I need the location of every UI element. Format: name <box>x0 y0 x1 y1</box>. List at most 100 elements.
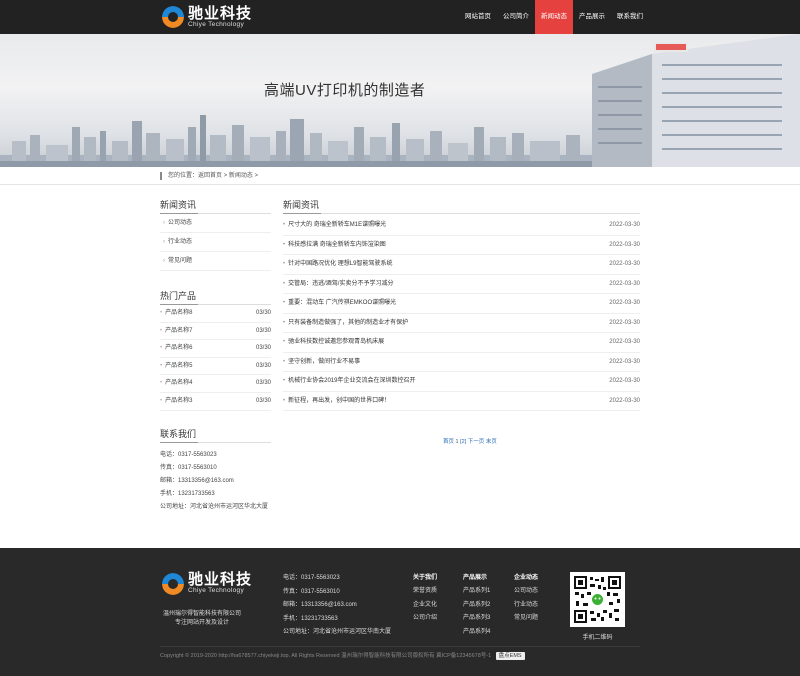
contact-mobile: 手机：13231733563 <box>160 490 215 497</box>
footer-link[interactable]: 行业动态 <box>514 599 538 613</box>
bullet-icon: • <box>160 362 163 369</box>
footer-col-heading: 关于我们 <box>413 575 438 581</box>
factory-building-image <box>592 34 800 167</box>
footer-link[interactable]: 企业文化 <box>413 599 437 613</box>
list-item[interactable]: • 产品名称8 03/30 <box>160 305 271 323</box>
news-title: 新征程，再出发，创中国的世界口碑！ <box>288 397 391 404</box>
sidebar: 新闻资讯 › 公司动态 › 行业动态 › 常见问题 热门产品 • 产品名称8 03/30 … <box>160 196 271 514</box>
bullet-icon: • <box>283 319 286 326</box>
footer-link[interactable]: 公司介绍 <box>413 612 437 626</box>
chevron-right-icon: › <box>163 220 165 226</box>
nav-item-about[interactable]: 公司简介 <box>497 0 535 34</box>
product-name: 产品名称7 <box>165 327 193 334</box>
list-item[interactable]: • 驰业科技数控诚邀您参观青岛机床展 2022-03-30 <box>283 333 640 353</box>
footer-company-slogan: 专注网站开发及设计 <box>174 620 229 626</box>
news-date: 2022-03-30 <box>609 319 640 326</box>
contact-fax: 传真：0317-5563010 <box>160 464 217 471</box>
footer-logo-name-en: Chiye Technology <box>188 587 244 594</box>
product-name: 产品名称3 <box>165 397 193 404</box>
category-label: 常见问题 <box>168 258 193 264</box>
news-date: 2022-03-30 <box>609 397 640 404</box>
news-date: 2022-03-30 <box>609 300 640 306</box>
pager-page-2-link[interactable]: [2] <box>460 439 466 445</box>
news-title: 针对中国路况优化 理想L9智能驾驶系统 <box>288 261 393 267</box>
news-date: 2022-03-30 <box>609 358 640 365</box>
footer-link[interactable]: 荣誉资质 <box>413 585 437 599</box>
contact-email: 邮箱：13313356@163.com <box>160 477 234 484</box>
list-item[interactable]: • 产品名称4 03/30 <box>160 375 271 393</box>
sidebar-item-industry-news[interactable]: › 行业动态 <box>160 233 271 252</box>
footer-col-products: 产品展示 产品系列1 产品系列2 产品系列3 产品系列4 <box>463 572 490 639</box>
site-logo[interactable]: 驰业科技 Chiye Technology <box>162 5 252 29</box>
nav-item-contact[interactable]: 联系我们 <box>611 0 649 34</box>
list-item[interactable]: • 针对中国路况优化 理想L9智能驾驶系统 2022-03-30 <box>283 255 640 275</box>
footer-col-heading: 企业动态 <box>514 575 539 581</box>
list-item[interactable]: • 交管局：违逃/酒驾/实卖分不予学习减分 2022-03-30 <box>283 275 640 294</box>
list-item[interactable]: • 尺寸大的 奇瑞全新轿车M1E谍照曝光 2022-03-30 <box>283 216 640 236</box>
footer-logo[interactable]: 驰业科技 Chiye Technology <box>162 572 252 595</box>
news-title: 机械行业协会2019年企业交流会在深圳数控召开 <box>288 378 416 384</box>
qr-code-icon <box>573 575 622 624</box>
copyright-text: Copyright © 2019-2020 http://ha678577.ch… <box>160 651 525 660</box>
qr-code-image <box>570 572 625 627</box>
news-date: 2022-03-30 <box>609 280 640 287</box>
list-item[interactable]: • 产品名称7 03/30 <box>160 323 271 341</box>
news-date: 2022-03-30 <box>609 222 640 228</box>
list-item[interactable]: • 机械行业协会2019年企业交流会在深圳数控召开 2022-03-30 <box>283 372 640 392</box>
bullet-icon: • <box>283 261 286 267</box>
footer-link[interactable]: 产品系列2 <box>463 599 490 613</box>
pager-last-link[interactable]: 末页 <box>486 439 497 445</box>
bullet-icon: • <box>160 397 163 404</box>
list-item[interactable]: • 科技感拉满 奇瑞全新轿车内饰渲染图 2022-03-30 <box>283 236 640 255</box>
qr-code-label: 手机二维码 <box>582 635 613 641</box>
product-date: 03/30 <box>255 310 271 316</box>
footer-link[interactable]: 公司动态 <box>514 585 538 599</box>
main-nav: 网站首页 公司简介 新闻动态 产品展示 联系我们 <box>459 0 649 34</box>
footer-link[interactable]: 产品系列3 <box>463 612 490 626</box>
list-item[interactable]: • 重要：混动车 广汽传祺EMKOO谍照曝光 2022-03-30 <box>283 294 640 314</box>
pager-next-link[interactable]: 下一页 <box>468 439 485 445</box>
list-item[interactable]: • 产品名称5 03/30 <box>160 358 271 376</box>
footer-link[interactable]: 常见问题 <box>514 612 538 626</box>
footer-badge[interactable]: 盘点EMS <box>495 652 525 660</box>
list-item[interactable]: • 产品名称6 03/30 <box>160 340 271 358</box>
list-item[interactable]: • 坚守创新，做间行业不易事 2022-03-30 <box>283 353 640 372</box>
sidebar-products-title: 热门产品 <box>160 287 271 305</box>
nav-item-news[interactable]: 新闻动态 <box>535 0 573 34</box>
news-title: 交管局：违逃/酒驾/实卖分不予学习减分 <box>288 280 394 287</box>
site-footer: 驰业科技 Chiye Technology 温州瑞尔得智能科技有限公司 专注网站… <box>0 548 800 676</box>
bullet-icon: • <box>283 241 286 248</box>
breadcrumb[interactable]: 您的位置：返回首页 > 新闻动态 > <box>160 172 258 180</box>
logo-name-en: Chiye Technology <box>188 20 244 28</box>
pager-first-link[interactable]: 首页 <box>443 439 454 445</box>
list-item[interactable]: • 只有装备制造做强了，其他的制造业才有保护 2022-03-30 <box>283 314 640 333</box>
bullet-icon: • <box>283 280 286 287</box>
sidebar-contact: 电话：0317-5563023 传真：0317-5563010 邮箱：13313… <box>160 449 271 514</box>
product-date: 03/30 <box>255 362 271 369</box>
news-date: 2022-03-30 <box>609 241 640 248</box>
hot-products-list: • 产品名称8 03/30 • 产品名称7 03/30 • 产品名称6 03/30 • 产品名… <box>160 305 271 411</box>
hero-banner: 高端UV打印机的制造者 <box>0 34 800 167</box>
nav-item-home[interactable]: 网站首页 <box>459 0 497 34</box>
footer-col-about: 关于我们 荣誉资质 企业文化 公司介绍 <box>413 572 437 626</box>
category-list: › 公司动态 › 行业动态 › 常见问题 <box>160 214 271 271</box>
footer-contact: 电话：0317-5563023 传真：0317-5563010 邮箱：13313… <box>283 572 391 640</box>
sidebar-item-company-news[interactable]: › 公司动态 <box>160 214 271 233</box>
footer-address: 公司地址：河北省沧州市运河区华南大厦 <box>283 629 392 635</box>
footer-company-name: 温州瑞尔得智能科技有限公司 <box>162 611 241 617</box>
product-name: 产品名称4 <box>165 380 193 387</box>
sidebar-item-faq[interactable]: › 常见问题 <box>160 252 271 271</box>
list-item[interactable]: • 产品名称3 03/30 <box>160 393 271 411</box>
banner-title: 高端UV打印机的制造者 <box>264 82 426 99</box>
chevron-right-icon: › <box>163 258 165 264</box>
footer-link[interactable]: 产品系列1 <box>463 585 490 599</box>
news-title: 只有装备制造做强了，其他的制造业才有保护 <box>288 319 409 326</box>
bullet-icon: • <box>283 300 286 306</box>
list-item[interactable]: • 新征程，再出发，创中国的世界口碑！ 2022-03-30 <box>283 392 640 411</box>
footer-link[interactable]: 产品系列4 <box>463 626 490 640</box>
bullet-icon: • <box>283 339 286 345</box>
category-label: 行业动态 <box>168 239 193 245</box>
footer-email: 邮箱：13313356@163.com <box>283 602 357 608</box>
nav-item-products[interactable]: 产品展示 <box>573 0 611 34</box>
bullet-icon: • <box>283 222 286 228</box>
